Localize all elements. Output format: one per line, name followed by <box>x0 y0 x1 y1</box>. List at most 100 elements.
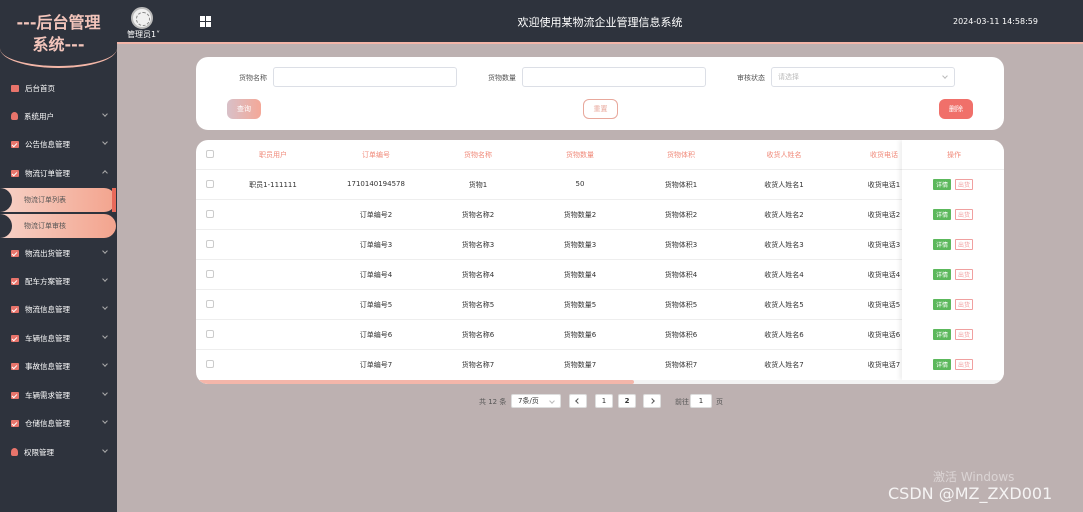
goods-name-input[interactable] <box>273 67 457 87</box>
page-button[interactable]: 1 <box>595 394 613 408</box>
sidebar-item-shipping[interactable]: 物流出货管理 <box>0 243 117 263</box>
chevron-down-icon <box>102 333 108 339</box>
sidebar-item-accidents[interactable]: 事故信息管理 <box>0 356 117 376</box>
sidebar-subitem-order-list[interactable]: 物流订单列表 <box>0 188 116 212</box>
column-header: 订单编号 <box>362 151 390 159</box>
goto-page-input[interactable]: 1 <box>690 394 712 408</box>
checkbox-icon <box>11 391 19 399</box>
row-checkbox[interactable] <box>206 240 214 248</box>
reset-button[interactable]: 重置 <box>583 99 618 119</box>
user-icon <box>11 112 18 120</box>
next-page-button[interactable] <box>643 394 661 408</box>
divider <box>196 229 1004 230</box>
logo: ---后台管理系统--- <box>0 0 117 68</box>
column-header: 货物数量 <box>566 151 594 159</box>
sidebar-item-dispatch[interactable]: 配车方案管理 <box>0 271 117 291</box>
sidebar-item-label: 车辆需求管理 <box>25 390 70 400</box>
divider <box>902 169 1004 170</box>
table-cell: 货物体积3 <box>664 241 698 249</box>
ship-button[interactable]: 出货 <box>955 179 973 190</box>
table-cell: 货物数量7 <box>563 361 597 369</box>
chevron-right-icon <box>649 398 655 404</box>
chevron-down-icon <box>102 447 108 453</box>
checkbox-icon <box>11 362 19 370</box>
status-select[interactable]: 请选择 <box>771 67 955 87</box>
row-checkbox[interactable] <box>206 360 214 368</box>
sidebar-item-notice[interactable]: 公告信息管理 <box>0 134 117 154</box>
sidebar-item-orders[interactable]: 物流订单管理 <box>0 163 117 183</box>
table-cell: 收货人姓名3 <box>764 241 804 249</box>
sidebar-item-label: 物流出货管理 <box>25 248 70 258</box>
divider <box>196 169 1004 170</box>
table-cell: 货物名称4 <box>461 271 495 279</box>
goto-label: 前往 <box>675 398 689 406</box>
row-checkbox[interactable] <box>206 180 214 188</box>
table-cell: 职员1-111111 <box>249 181 297 189</box>
query-button[interactable]: 查询 <box>227 99 261 119</box>
page-size-select[interactable]: 7条/页 <box>511 394 561 408</box>
sidebar-item-users[interactable]: 系统用户 <box>0 106 117 126</box>
detail-button[interactable]: 详情 <box>933 269 951 280</box>
row-checkbox[interactable] <box>206 210 214 218</box>
chevron-down-icon <box>102 390 108 396</box>
detail-button[interactable]: 详情 <box>933 179 951 190</box>
table-cell: 货物数量4 <box>563 271 597 279</box>
ship-button[interactable]: 出货 <box>955 299 973 310</box>
checkbox-icon <box>11 140 19 148</box>
page-title: 欢迎使用某物流企业管理信息系统 <box>517 16 683 29</box>
sidebar-item-label: 物流信息管理 <box>25 304 70 314</box>
column-header: 收货人姓名 <box>766 151 802 159</box>
table-cell: 货物体积6 <box>664 331 698 339</box>
sidebar-item-vehicles[interactable]: 车辆信息管理 <box>0 328 117 348</box>
column-header: 职员用户 <box>259 151 287 159</box>
table-cell: 货物名称6 <box>461 331 495 339</box>
sidebar-subitem-label: 物流订单审核 <box>24 222 66 230</box>
page-unit-label: 页 <box>716 398 723 406</box>
logo-text: ---后台管理系统--- <box>16 13 101 54</box>
sidebar-item-label: 物流订单管理 <box>25 168 70 178</box>
chevron-down-icon <box>549 398 555 404</box>
chevron-left-icon <box>575 398 581 404</box>
table-cell: 货物数量6 <box>563 331 597 339</box>
detail-button[interactable]: 详情 <box>933 359 951 370</box>
sidebar-item-vehicle-demand[interactable]: 车辆需求管理 <box>0 385 117 405</box>
sidebar-item-logistics[interactable]: 物流信息管理 <box>0 299 117 319</box>
select-all-checkbox[interactable] <box>206 150 214 158</box>
chevron-down-icon <box>102 361 108 367</box>
row-checkbox[interactable] <box>206 270 214 278</box>
table-cell: 收货人姓名1 <box>764 181 804 189</box>
sidebar-subitem-order-review[interactable]: 物流订单审核 <box>0 214 116 238</box>
prev-page-button[interactable] <box>569 394 587 408</box>
table-cell: 订单编号3 <box>359 241 393 249</box>
ship-button[interactable]: 出货 <box>955 239 973 250</box>
sidebar-item-warehouse[interactable]: 仓储信息管理 <box>0 413 117 433</box>
sidebar-item-home[interactable]: 后台首页 <box>0 78 117 98</box>
table-cell: 50 <box>575 180 585 188</box>
checkbox-icon <box>11 249 19 257</box>
table-cell: 货物名称5 <box>461 301 495 309</box>
page-button-current[interactable]: 2 <box>618 394 636 408</box>
scrollbar-thumb[interactable] <box>196 380 634 384</box>
ship-button[interactable]: 出货 <box>955 329 973 340</box>
detail-button[interactable]: 详情 <box>933 299 951 310</box>
avatar[interactable] <box>131 7 153 29</box>
ship-button[interactable]: 出货 <box>955 269 973 280</box>
row-checkbox[interactable] <box>206 330 214 338</box>
goods-qty-input[interactable] <box>522 67 706 87</box>
menu-grid-icon[interactable] <box>200 16 211 27</box>
detail-button[interactable]: 详情 <box>933 239 951 250</box>
horizontal-scrollbar[interactable] <box>196 380 1004 384</box>
sidebar-item-label: 车辆信息管理 <box>25 333 70 343</box>
admin-name[interactable]: 管理员1˅ <box>127 29 160 40</box>
sidebar-item-permissions[interactable]: 权限管理 <box>0 442 117 462</box>
detail-button[interactable]: 详情 <box>933 329 951 340</box>
delete-button[interactable]: 删除 <box>939 99 973 119</box>
row-checkbox[interactable] <box>206 300 214 308</box>
table-cell: 收货人姓名7 <box>764 361 804 369</box>
detail-button[interactable]: 详情 <box>933 209 951 220</box>
table-cell: 订单编号4 <box>359 271 393 279</box>
ship-button[interactable]: 出货 <box>955 359 973 370</box>
table-cell: 货物体积4 <box>664 271 698 279</box>
ship-button[interactable]: 出货 <box>955 209 973 220</box>
table-cell: 货物名称2 <box>461 211 495 219</box>
